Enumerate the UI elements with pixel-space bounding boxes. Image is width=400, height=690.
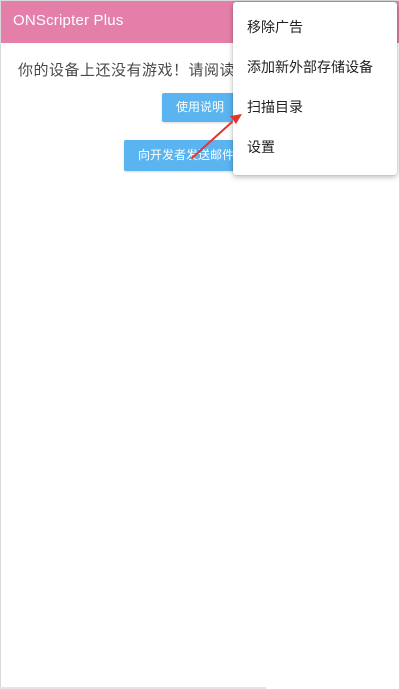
bottom-divider <box>0 687 266 689</box>
menu-item-scan-directory[interactable]: 扫描目录 <box>233 88 397 128</box>
menu-item-settings[interactable]: 设置 <box>233 128 397 168</box>
user-guide-button[interactable]: 使用说明 <box>162 93 238 122</box>
menu-item-remove-ads[interactable]: 移除广告 <box>233 8 397 48</box>
app-title: ONScripter Plus <box>13 12 124 29</box>
menu-item-add-storage[interactable]: 添加新外部存储设备 <box>233 48 397 88</box>
overflow-menu: 移除广告 添加新外部存储设备 扫描目录 设置 <box>233 2 397 175</box>
